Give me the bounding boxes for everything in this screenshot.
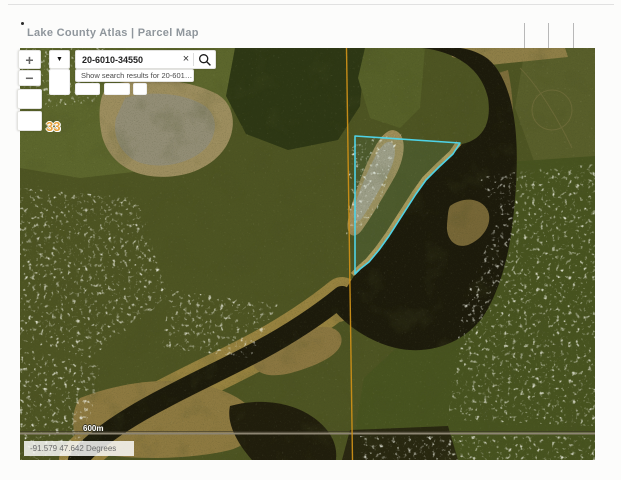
- search-input[interactable]: [76, 55, 179, 65]
- scan-artifact-block: [49, 69, 70, 95]
- scan-artifact-dot: [21, 22, 24, 25]
- page-title: Lake County Atlas | Parcel Map: [27, 27, 199, 39]
- section-number-label: 33: [46, 119, 60, 134]
- map-viewport[interactable]: + − ▼ × Show search results for 20-601… …: [20, 48, 595, 460]
- zoom-in-button[interactable]: +: [18, 50, 41, 69]
- search-button[interactable]: [194, 51, 215, 68]
- scan-artifact-block: [104, 83, 130, 95]
- coordinates-readout: -91.579 47.642 Degrees: [24, 441, 134, 456]
- search-icon: [198, 53, 212, 67]
- clear-search-icon[interactable]: ×: [179, 50, 193, 69]
- chevron-down-icon: ▼: [56, 56, 63, 63]
- scan-artifact-line: [8, 4, 614, 5]
- scan-artifact-tick: [548, 23, 549, 48]
- scan-artifact-block: [75, 83, 100, 95]
- home-button[interactable]: [17, 89, 42, 109]
- scan-artifact-tick: [573, 23, 574, 48]
- locate-button[interactable]: [17, 111, 42, 131]
- scan-artifact-tick: [524, 23, 525, 48]
- search-box[interactable]: ×: [75, 50, 216, 69]
- scan-artifact-block: [133, 83, 147, 95]
- global-texture: [20, 48, 595, 460]
- zoom-out-button[interactable]: −: [18, 70, 41, 86]
- scale-bar-label: 600m: [83, 424, 103, 433]
- search-dropdown-button[interactable]: ▼: [49, 50, 70, 69]
- scanned-page: Lake County Atlas | Parcel Map: [0, 0, 621, 480]
- search-suggestion[interactable]: Show search results for 20-601…: [75, 69, 194, 82]
- aerial-imagery[interactable]: [20, 48, 595, 460]
